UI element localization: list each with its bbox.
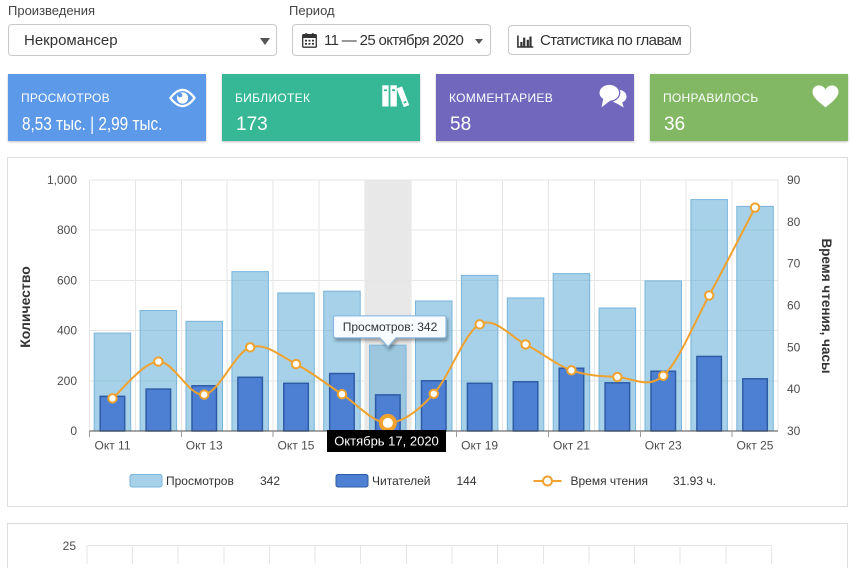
svg-text:0: 0 [70, 424, 77, 438]
svg-text:Октябрь 17, 2020: Октябрь 17, 2020 [334, 434, 439, 449]
svg-text:25: 25 [63, 539, 77, 553]
svg-text:70: 70 [787, 257, 801, 271]
svg-text:Время чтения: Время чтения [571, 474, 649, 488]
svg-text:400: 400 [57, 324, 77, 338]
svg-text:50: 50 [787, 340, 801, 354]
svg-text:Окт 15: Окт 15 [278, 439, 315, 453]
svg-text:Окт 25: Окт 25 [737, 439, 774, 453]
svg-text:90: 90 [787, 173, 801, 187]
svg-text:Читателей: Читателей [372, 474, 431, 488]
svg-text:60: 60 [787, 299, 801, 313]
svg-text:Количество: Количество [17, 266, 33, 348]
svg-text:600: 600 [57, 273, 77, 287]
svg-text:Окт 11: Окт 11 [94, 439, 130, 453]
svg-text:31.93 ч.: 31.93 ч. [673, 474, 716, 488]
svg-text:Просмотров: Просмотров [166, 474, 234, 488]
svg-text:Окт 23: Окт 23 [645, 439, 682, 453]
svg-text:80: 80 [787, 215, 801, 229]
svg-text:1,000: 1,000 [47, 173, 77, 187]
svg-text:Время чтения, часы: Время чтения, часы [819, 238, 834, 373]
svg-text:200: 200 [57, 374, 77, 388]
svg-text:Окт 21: Окт 21 [553, 439, 590, 453]
svg-text:40: 40 [787, 382, 801, 396]
svg-text:Окт 19: Окт 19 [461, 439, 498, 453]
svg-text:342: 342 [260, 474, 280, 488]
svg-text:144: 144 [457, 474, 477, 488]
svg-text:Просмотров: 342: Просмотров: 342 [343, 320, 438, 334]
svg-text:30: 30 [787, 424, 801, 438]
svg-text:800: 800 [57, 223, 77, 237]
svg-text:Окт 13: Окт 13 [186, 439, 223, 453]
